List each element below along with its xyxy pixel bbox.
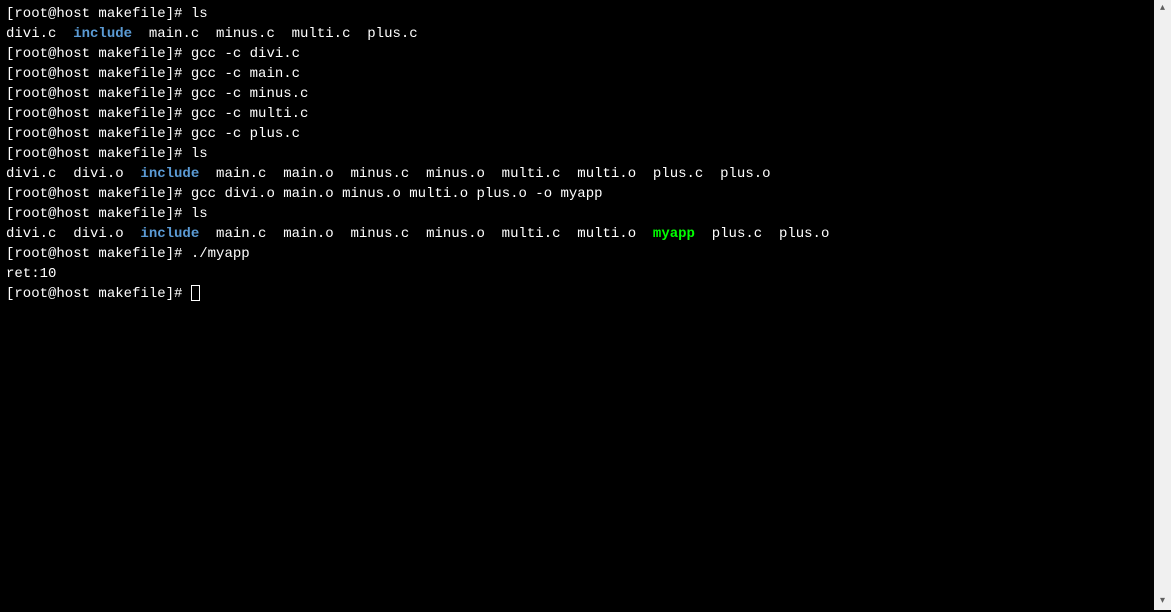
terminal-line: [root@host makefile]# gcc -c divi.c <box>6 44 1148 64</box>
prompt: [root@host makefile]# <box>6 286 191 302</box>
prompt: [root@host makefile]# <box>6 6 191 22</box>
command-text: ls <box>191 6 208 22</box>
terminal-line: [root@host makefile]# gcc -c minus.c <box>6 84 1148 104</box>
prompt: [root@host makefile]# <box>6 146 191 162</box>
command-text: gcc -c plus.c <box>191 126 300 142</box>
command-text: gcc -c divi.c <box>191 46 300 62</box>
terminal-line: [root@host makefile]# gcc -c main.c <box>6 64 1148 84</box>
file-entry: plus.c plus.o <box>695 226 829 242</box>
terminal-line: divi.c divi.o include main.c main.o minu… <box>6 224 1148 244</box>
scroll-down-button[interactable]: ▾ <box>1154 593 1171 610</box>
directory-entry: include <box>140 166 199 182</box>
prompt: [root@host makefile]# <box>6 246 191 262</box>
terminal-line: divi.c divi.o include main.c main.o minu… <box>6 164 1148 184</box>
file-entry: main.c main.o minus.c minus.o multi.c mu… <box>199 166 770 182</box>
terminal-line: [root@host makefile]# <box>6 284 1148 304</box>
scrollbar[interactable]: ▴ ▾ <box>1154 0 1171 610</box>
chevron-down-icon: ▾ <box>1160 592 1165 612</box>
prompt: [root@host makefile]# <box>6 66 191 82</box>
command-text: gcc divi.o main.o minus.o multi.o plus.o… <box>191 186 603 202</box>
prompt: [root@host makefile]# <box>6 126 191 142</box>
terminal-line: [root@host makefile]# gcc divi.o main.o … <box>6 184 1148 204</box>
terminal-output[interactable]: [root@host makefile]# ls divi.c include … <box>0 0 1154 610</box>
command-text: gcc -c multi.c <box>191 106 309 122</box>
terminal-line: [root@host makefile]# gcc -c multi.c <box>6 104 1148 124</box>
prompt: [root@host makefile]# <box>6 86 191 102</box>
command-text: gcc -c main.c <box>191 66 300 82</box>
command-text: ./myapp <box>191 246 250 262</box>
command-text: ls <box>191 146 208 162</box>
terminal-line: [root@host makefile]# gcc -c plus.c <box>6 124 1148 144</box>
terminal-line: [root@host makefile]# ls <box>6 4 1148 24</box>
directory-entry: include <box>140 226 199 242</box>
command-text: ls <box>191 206 208 222</box>
prompt: [root@host makefile]# <box>6 206 191 222</box>
terminal-line: [root@host makefile]# ls <box>6 144 1148 164</box>
executable-entry: myapp <box>653 226 695 242</box>
file-entry: main.c main.o minus.c minus.o multi.c mu… <box>199 226 653 242</box>
terminal-line: [root@host makefile]# ls <box>6 204 1148 224</box>
chevron-up-icon: ▴ <box>1160 0 1165 19</box>
file-entry: divi.c divi.o <box>6 166 140 182</box>
cursor-icon <box>191 285 200 301</box>
terminal-line: [root@host makefile]# ./myapp <box>6 244 1148 264</box>
directory-entry: include <box>73 26 132 42</box>
prompt: [root@host makefile]# <box>6 106 191 122</box>
prompt: [root@host makefile]# <box>6 46 191 62</box>
file-entry: main.c minus.c multi.c plus.c <box>132 26 418 42</box>
file-entry: divi.c divi.o <box>6 226 140 242</box>
prompt: [root@host makefile]# <box>6 186 191 202</box>
terminal-line: divi.c include main.c minus.c multi.c pl… <box>6 24 1148 44</box>
output-text: ret:10 <box>6 266 56 282</box>
file-entry: divi.c <box>6 26 73 42</box>
command-text: gcc -c minus.c <box>191 86 309 102</box>
scroll-up-button[interactable]: ▴ <box>1154 0 1171 17</box>
terminal-line: ret:10 <box>6 264 1148 284</box>
